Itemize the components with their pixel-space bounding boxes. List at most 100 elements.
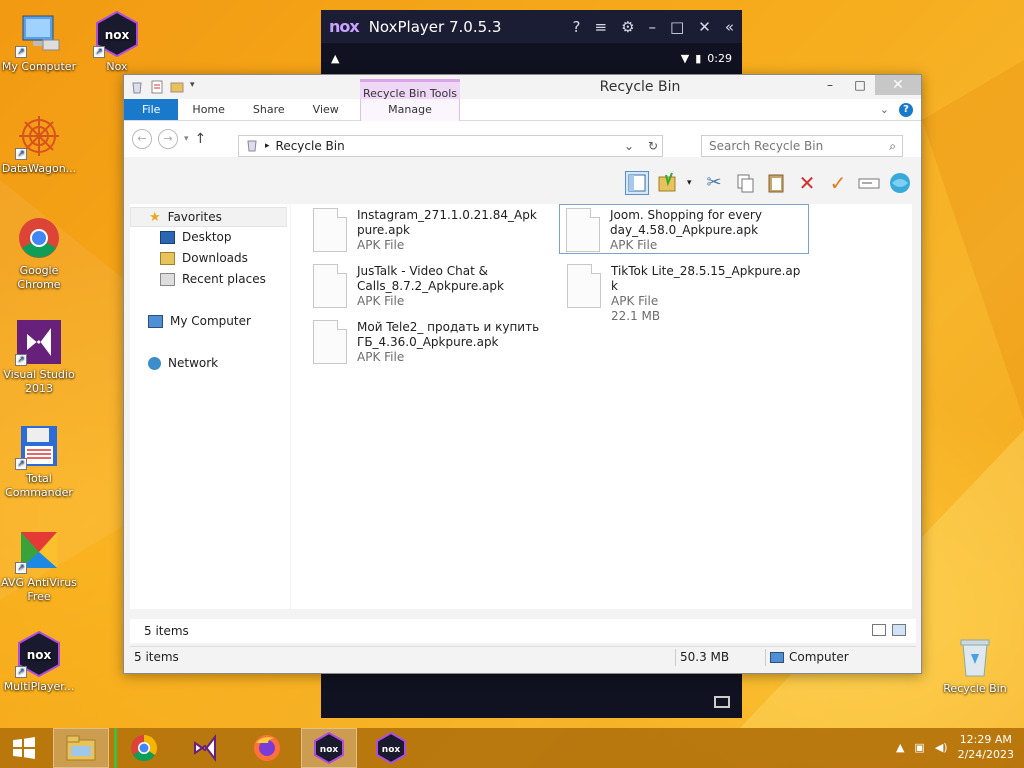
nav-desktop[interactable]: Desktop bbox=[160, 230, 232, 244]
gear-icon[interactable]: ⚙ bbox=[621, 18, 634, 36]
refresh-icon[interactable]: ↻ bbox=[648, 139, 658, 153]
nav-recent-places[interactable]: Recent places bbox=[160, 272, 266, 286]
multi-window-icon[interactable] bbox=[714, 696, 730, 708]
warning-icon: ▲ bbox=[331, 51, 340, 65]
nav-downloads[interactable]: Downloads bbox=[160, 251, 248, 265]
desktop-icon-multiplayer[interactable]: nox ↗ MultiPlayer... bbox=[0, 630, 78, 694]
desktop-icon-avg[interactable]: ↗ AVG AntiVirus Free bbox=[0, 526, 78, 604]
address-dropdown-icon[interactable]: ⌄ bbox=[624, 139, 634, 153]
clock[interactable]: 12:29 AM 2/24/2023 bbox=[958, 732, 1014, 762]
up-button[interactable]: ↑ bbox=[195, 131, 207, 147]
checkmark-icon[interactable]: ✓ bbox=[826, 171, 850, 195]
desktop-icon-label: My Computer bbox=[1, 60, 77, 73]
start-button[interactable] bbox=[0, 728, 48, 768]
desktop-icon-recycle-bin[interactable]: Recycle Bin bbox=[936, 632, 1014, 696]
minimize-icon[interactable]: – bbox=[649, 18, 657, 36]
help-icon[interactable]: ? bbox=[899, 102, 913, 117]
taskbar-multiplayer[interactable]: nox bbox=[363, 728, 419, 768]
details-view-icon[interactable] bbox=[872, 624, 886, 636]
tab-view[interactable]: View bbox=[299, 99, 353, 120]
taskbar-chrome[interactable] bbox=[114, 728, 170, 768]
taskbar-firefox[interactable] bbox=[239, 728, 295, 768]
list-item[interactable]: TikTok Lite_28.5.15_Apkpure.apk APK File 2… bbox=[561, 261, 811, 323]
tab-file[interactable]: File bbox=[124, 99, 179, 120]
large-icons-view-icon[interactable] bbox=[892, 624, 906, 636]
command-toolbar: ▾ ✂ ✕ ✓ bbox=[130, 168, 916, 198]
tab-home[interactable]: Home bbox=[178, 99, 238, 120]
desktop-icon-nox[interactable]: nox ↗ Nox bbox=[78, 10, 156, 74]
search-placeholder: Search Recycle Bin bbox=[709, 139, 824, 153]
close-button[interactable]: ✕ bbox=[875, 75, 921, 95]
computer-icon bbox=[770, 651, 784, 663]
folder-options-icon[interactable] bbox=[656, 171, 680, 195]
collapse-icon[interactable]: « bbox=[725, 18, 734, 36]
globe-icon[interactable] bbox=[888, 171, 912, 195]
volume-icon[interactable]: ◀) bbox=[935, 741, 948, 754]
clock-date: 2/24/2023 bbox=[957, 748, 1014, 761]
copy-icon[interactable] bbox=[733, 171, 757, 195]
taskbar-visual-studio[interactable] bbox=[177, 728, 233, 768]
show-hidden-icons-icon[interactable]: ▲ bbox=[896, 741, 904, 754]
forward-button[interactable]: → bbox=[158, 129, 178, 149]
chevron-down-icon[interactable]: ▾ bbox=[687, 171, 695, 195]
list-item[interactable]: Мой Tele2_ продать и купить ГБ_4.36.0_Ap… bbox=[307, 317, 549, 367]
close-icon[interactable]: ✕ bbox=[698, 18, 711, 36]
nav-favorites[interactable]: ★ Favorites bbox=[130, 207, 287, 227]
breadcrumb-separator-icon[interactable]: ▸ bbox=[265, 141, 270, 151]
tab-share[interactable]: Share bbox=[239, 99, 299, 120]
nav-network[interactable]: Network bbox=[148, 356, 218, 370]
nav-my-computer[interactable]: My Computer bbox=[148, 314, 251, 328]
list-item[interactable]: Instagram_271.1.0.21.84_Apkpure.apk APK F… bbox=[307, 205, 549, 255]
delete-icon[interactable]: ✕ bbox=[795, 171, 819, 195]
menu-icon[interactable]: ≡ bbox=[595, 18, 608, 36]
maximize-icon[interactable]: □ bbox=[670, 18, 684, 36]
minimize-button[interactable]: – bbox=[815, 75, 845, 95]
wifi-icon: ▼ bbox=[680, 51, 690, 65]
taskbar-file-explorer[interactable] bbox=[53, 728, 109, 768]
item-count-bar: 5 items bbox=[130, 619, 916, 643]
paste-icon[interactable] bbox=[764, 171, 788, 195]
explorer-titlebar[interactable]: ▾ Recycle Bin Tools Recycle Bin – □ ✕ bbox=[124, 75, 921, 107]
desktop-icon-my-computer[interactable]: ↗ My Computer bbox=[0, 10, 78, 74]
expand-ribbon-icon[interactable]: ⌄ bbox=[880, 103, 889, 116]
computer-icon: ↗ bbox=[15, 10, 63, 58]
maximize-button[interactable]: □ bbox=[845, 75, 875, 95]
avg-icon: ↗ bbox=[15, 526, 63, 574]
address-bar[interactable]: ▸ Recycle Bin ⌄ ↻ bbox=[238, 135, 663, 157]
file-explorer-icon bbox=[66, 735, 96, 761]
nox-logo: nox bbox=[329, 17, 360, 36]
nox-titlebar[interactable]: nox NoxPlayer 7.0.5.3 ? ≡ ⚙ – □ ✕ « bbox=[321, 10, 742, 43]
network-tray-icon[interactable]: ▣ bbox=[914, 741, 924, 754]
taskbar-nox[interactable]: nox bbox=[301, 728, 357, 768]
desktop-icon-chrome[interactable]: Google Chrome bbox=[0, 214, 78, 292]
window-title: Recycle Bin bbox=[599, 79, 681, 95]
desktop-icon-visual-studio[interactable]: ↗ Visual Studio 2013 bbox=[0, 318, 78, 396]
help-icon[interactable]: ? bbox=[573, 18, 581, 36]
apk-file-icon bbox=[567, 264, 601, 308]
back-button[interactable]: ← bbox=[132, 129, 152, 149]
status-size: 50.3 MB bbox=[680, 650, 730, 664]
status-bar: 5 items 50.3 MB Computer bbox=[130, 646, 916, 668]
navigation-pane: ★ Favorites Desktop Downloads Recent pla… bbox=[130, 204, 290, 609]
desktop-icon-label: Google Chrome bbox=[17, 264, 61, 291]
recent-locations-icon[interactable]: ▾ bbox=[184, 134, 189, 144]
recycle-bin-small-icon bbox=[245, 138, 259, 155]
desktop-icon-datawagon[interactable]: ↗ DataWagon... bbox=[0, 112, 78, 176]
item-count: 5 items bbox=[144, 624, 189, 638]
rename-icon[interactable] bbox=[857, 171, 881, 195]
chrome-icon bbox=[15, 214, 63, 262]
cut-icon[interactable]: ✂ bbox=[702, 171, 726, 195]
explorer-window[interactable]: ▾ Recycle Bin Tools Recycle Bin – □ ✕ Fi… bbox=[123, 74, 922, 674]
nox-icon: nox bbox=[314, 732, 344, 764]
tab-manage[interactable]: Manage bbox=[360, 99, 460, 121]
firefox-icon bbox=[254, 735, 280, 761]
list-item[interactable]: JusTalk - Video Chat & Calls_8.7.2_Apkpu… bbox=[307, 261, 549, 311]
recycle-bin-icon bbox=[951, 632, 999, 680]
desktop-icon-total-commander[interactable]: ↗ Total Commander bbox=[0, 422, 78, 500]
system-tray: ▲ ▣ ◀) 12:29 AM 2/24/2023 bbox=[896, 732, 1014, 762]
search-input[interactable]: Search Recycle Bin ⌕ bbox=[701, 135, 903, 157]
breadcrumb-recycle-bin[interactable]: Recycle Bin bbox=[276, 139, 345, 153]
preview-pane-icon[interactable] bbox=[625, 171, 649, 195]
visual-studio-icon: ↗ bbox=[15, 318, 63, 366]
list-item-selected[interactable]: Joom. Shopping for every day_4.58.0_Apkp… bbox=[559, 204, 809, 254]
